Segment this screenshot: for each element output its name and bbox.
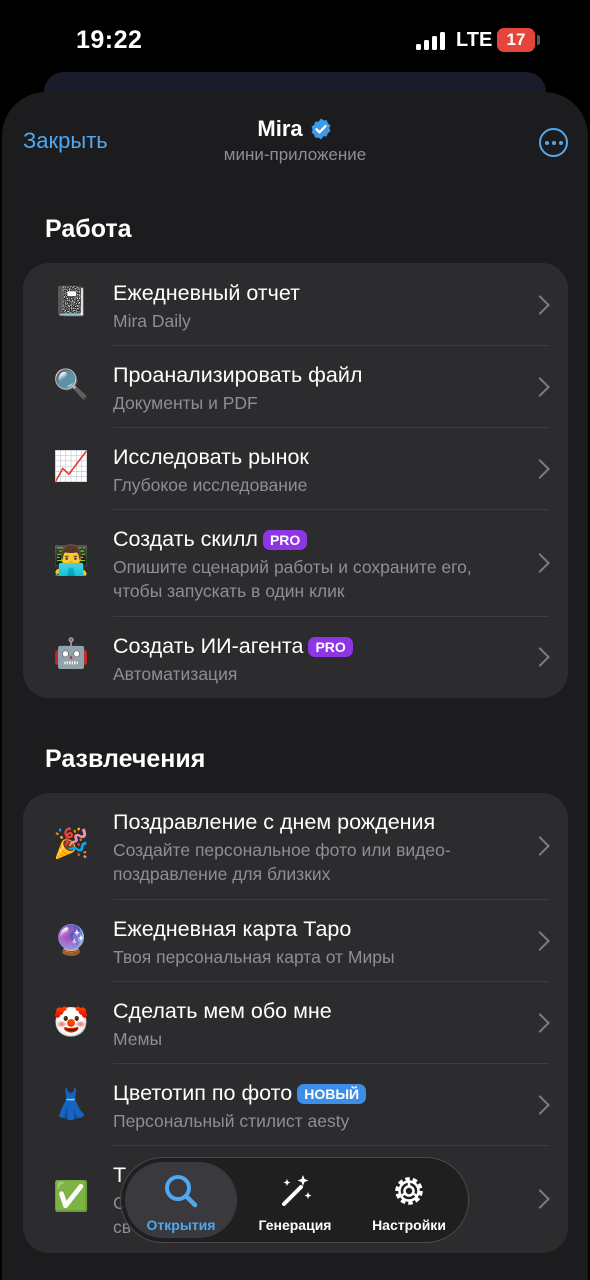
search-icon — [165, 1175, 198, 1208]
verified-check-icon — [311, 118, 331, 140]
list-item-meme[interactable]: 🤡 Сделать мем обо мне Мемы — [23, 982, 568, 1064]
list-item-daily-report[interactable]: 📓 Ежедневный отчет Mira Daily — [23, 263, 568, 346]
item-desc: Персональный стилист aesty — [113, 1111, 350, 1131]
chevron-right-icon — [530, 1095, 550, 1115]
pro-badge: PRO — [308, 636, 353, 657]
item-label: Создать ИИ-агента PRO — [113, 634, 353, 659]
chevron-right-icon — [530, 836, 550, 856]
party-popper-icon: 🎉 — [52, 828, 90, 860]
item-desc: Mira Daily — [113, 311, 191, 331]
chart-up-icon: 📈 — [52, 451, 90, 483]
tab-generation[interactable]: Генерация — [239, 1162, 351, 1238]
item-desc: Создайте персональное фото или видео-поз… — [113, 840, 451, 884]
header-title: Mira мини-приложение — [2, 116, 588, 165]
chevron-right-icon — [530, 931, 550, 951]
list-item-create-skill[interactable]: 👨‍💻 Создать скилл PRO Опишите сценарий р… — [23, 510, 568, 617]
check-mark-icon: ✅ — [52, 1181, 90, 1213]
app-subtitle: мини-приложение — [223, 145, 367, 164]
item-label: Сделать мем обо мне — [113, 999, 332, 1023]
item-label: Поздравление с днем рождения — [113, 810, 436, 834]
item-desc: Документы и PDF — [113, 393, 258, 413]
network-type: LTE — [456, 29, 493, 51]
signal-icon — [416, 32, 445, 50]
chevron-right-icon — [530, 1013, 550, 1033]
crystal-ball-icon: 🔮 — [52, 925, 90, 957]
list-item-birthday[interactable]: 🎉 Поздравление с днем рождения Создайте … — [23, 793, 568, 900]
tab-settings[interactable]: Настройки — [353, 1162, 465, 1238]
status-bar: 19:22 LTE 17 — [0, 0, 590, 80]
item-label: Создать скилл PRO — [113, 527, 308, 552]
battery-cap — [537, 35, 540, 45]
app-name: Mira — [257, 116, 303, 141]
chevron-right-icon — [530, 647, 550, 667]
list-item-color-type[interactable]: 👗 Цветотип по фото НОВЫЙ Персональный ст… — [23, 1064, 568, 1146]
list-item-analyze-file[interactable]: 🔍 Проанализировать файл Документы и PDF — [23, 346, 568, 428]
list-item-tarot[interactable]: 🔮 Ежедневная карта Таро Твоя персональна… — [23, 900, 568, 982]
chevron-right-icon — [530, 295, 550, 315]
magnifier-icon: 🔍 — [52, 369, 90, 401]
item-desc: Твоя персональная карта от Миры — [113, 947, 395, 967]
new-badge: НОВЫЙ — [297, 1083, 367, 1104]
item-label: Цветотип по фото НОВЫЙ — [113, 1081, 367, 1106]
battery-icon: 17 — [497, 28, 535, 52]
list-item-create-agent[interactable]: 🤖 Создать ИИ-агента PRO Автоматизация — [23, 617, 568, 698]
tab-discover[interactable]: Открытия — [125, 1162, 237, 1238]
chevron-right-icon — [530, 1189, 550, 1209]
mini-app-sheet: Закрыть Mira мини-приложение Работа 📓 Еж… — [2, 92, 588, 1280]
robot-icon: 🤖 — [52, 638, 90, 670]
item-label: Исследовать рынок — [113, 445, 309, 469]
notebook-icon: 📓 — [52, 286, 90, 318]
item-desc: Глубокое исследование — [113, 475, 308, 495]
item-desc: Мемы — [113, 1029, 163, 1049]
chevron-right-icon — [530, 553, 550, 573]
gear-icon — [395, 1177, 423, 1205]
list-item-market-research[interactable]: 📈 Исследовать рынок Глубокое исследовани… — [23, 428, 568, 510]
tab-label: Открытия — [146, 1217, 216, 1233]
work-card: 📓 Ежедневный отчет Mira Daily 🔍 Проанали… — [23, 263, 568, 698]
item-label: Ежедневный отчет — [113, 281, 300, 305]
clown-face-icon: 🤡 — [52, 1007, 90, 1039]
dress-icon: 👗 — [52, 1089, 90, 1121]
pro-badge: PRO — [262, 529, 308, 550]
item-label: Проанализировать файл — [113, 363, 363, 387]
item-label: Ежедневная карта Таро — [113, 917, 352, 941]
item-desc: Автоматизация — [113, 664, 238, 684]
item-desc: Опишите сценарий работы и сохраните его,… — [113, 557, 472, 601]
section-title-work: Работа — [45, 215, 132, 243]
app-name-row: Mira — [257, 116, 332, 142]
ellipsis-icon[interactable] — [539, 128, 568, 157]
tab-label: Генерация — [258, 1217, 332, 1233]
section-title-entertainment: Развлечения — [45, 745, 206, 773]
chevron-right-icon — [530, 459, 550, 479]
chevron-right-icon — [530, 377, 550, 397]
status-time: 19:22 — [76, 26, 143, 54]
tab-label: Настройки — [372, 1217, 446, 1233]
magic-wand-icon — [282, 1175, 312, 1206]
technologist-icon: 👨‍💻 — [52, 545, 90, 577]
bottom-tab-bar: Открытия Генерация Настройки — [120, 1157, 469, 1243]
